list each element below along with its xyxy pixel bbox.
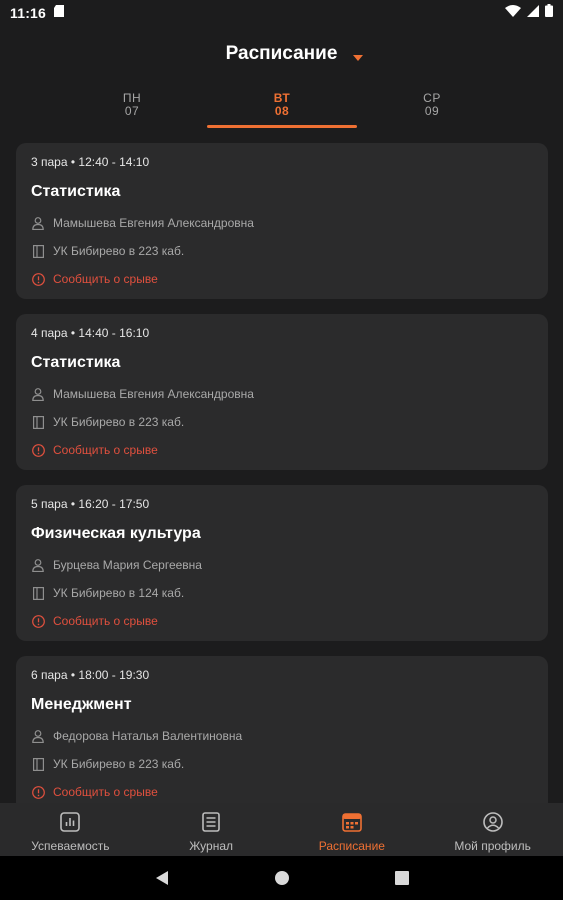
profile-icon (482, 811, 504, 833)
nav-item-journal[interactable]: Журнал (141, 803, 282, 856)
nav-item-schedule[interactable]: Расписание (282, 803, 423, 856)
sd-card-icon (54, 4, 65, 22)
nav-label: Мой профиль (454, 839, 531, 853)
lesson-location-row: УК Бибирево в 223 каб. (31, 755, 533, 773)
nav-label: Журнал (189, 839, 234, 853)
person-icon (31, 729, 45, 743)
home-icon[interactable] (270, 866, 294, 890)
chart-icon (59, 811, 81, 833)
lesson-list[interactable]: 3 пара • 12:40 - 14:10 Статистика Мамыше… (16, 143, 548, 803)
lesson-time: 6 пара • 18:00 - 19:30 (31, 668, 150, 682)
day-tab-number: 09 (424, 104, 440, 118)
signal-icon (527, 4, 539, 22)
lesson-teacher: Мамышева Евгения Александровна (53, 216, 254, 230)
person-icon (31, 387, 45, 401)
alert-circle-icon (31, 785, 45, 799)
recents-icon[interactable] (390, 866, 414, 890)
report-disruption-button[interactable]: Сообщить о срыве (31, 612, 533, 630)
report-disruption-label: Сообщить о срыве (53, 614, 158, 628)
lesson-teacher-row: Мамышева Евгения Александровна (31, 214, 533, 232)
lesson-time: 4 пара • 14:40 - 16:10 (31, 326, 150, 340)
status-right (505, 4, 553, 22)
lesson-card[interactable]: 3 пара • 12:40 - 14:10 Статистика Мамыше… (16, 143, 548, 299)
lesson-subject: Физическая культура (31, 525, 201, 542)
lesson-location: УК Бибирево в 223 каб. (53, 415, 185, 429)
report-disruption-button[interactable]: Сообщить о срыве (31, 441, 533, 459)
person-icon (31, 558, 45, 572)
journal-icon (200, 811, 222, 833)
person-icon (31, 216, 45, 230)
report-disruption-button[interactable]: Сообщить о срыве (31, 783, 533, 801)
lesson-teacher: Федорова Наталья Валентиновна (53, 729, 243, 743)
report-disruption-label: Сообщить о срыве (53, 785, 158, 799)
day-tab-wed[interactable]: СР 09 (357, 86, 507, 128)
building-icon (31, 244, 45, 258)
report-disruption-button[interactable]: Сообщить о срыве (31, 270, 533, 288)
lesson-location: УК Бибирево в 124 каб. (53, 586, 185, 600)
bottom-nav: Успеваемость Журнал Расписание Мой профи… (0, 803, 563, 856)
back-icon[interactable] (150, 866, 174, 890)
lesson-location: УК Бибирево в 223 каб. (53, 244, 185, 258)
lesson-subject: Менеджмент (31, 696, 132, 713)
lesson-teacher: Мамышева Евгения Александровна (53, 387, 254, 401)
building-icon (31, 757, 45, 771)
caret-down-icon[interactable] (352, 49, 364, 61)
day-tabs: ПН 07 ВТ 08 СР 09 (0, 86, 563, 130)
lesson-teacher-row: Мамышева Евгения Александровна (31, 385, 533, 403)
nav-item-performance[interactable]: Успеваемость (0, 803, 141, 856)
status-left: 11:16 (10, 4, 65, 22)
lesson-card[interactable]: 4 пара • 14:40 - 16:10 Статистика Мамыше… (16, 314, 548, 470)
lesson-card[interactable]: 6 пара • 18:00 - 19:30 Менеджмент Федоро… (16, 656, 548, 803)
active-tab-indicator (207, 125, 357, 128)
header: Расписание (0, 38, 563, 70)
nav-item-profile[interactable]: Мой профиль (422, 803, 563, 856)
lesson-time: 3 пара • 12:40 - 14:10 (31, 155, 150, 169)
lesson-location-row: УК Бибирево в 223 каб. (31, 413, 533, 431)
report-disruption-label: Сообщить о срыве (53, 272, 158, 286)
alert-circle-icon (31, 272, 45, 286)
lesson-time: 5 пара • 16:20 - 17:50 (31, 497, 150, 511)
nav-label: Успеваемость (31, 839, 110, 853)
building-icon (31, 415, 45, 429)
wifi-icon (505, 4, 521, 22)
lesson-location-row: УК Бибирево в 124 каб. (31, 584, 533, 602)
lesson-teacher-row: Федорова Наталья Валентиновна (31, 727, 533, 745)
lesson-location: УК Бибирево в 223 каб. (53, 757, 185, 771)
page-title: Расписание (225, 43, 338, 64)
status-bar: 11:16 (0, 0, 563, 26)
day-tab-number: 08 (274, 104, 290, 118)
lesson-subject: Статистика (31, 354, 121, 371)
system-nav-bar (0, 856, 563, 900)
alert-circle-icon (31, 443, 45, 457)
report-disruption-label: Сообщить о срыве (53, 443, 158, 457)
status-time: 11:16 (10, 5, 47, 21)
day-tab-number: 07 (124, 104, 140, 118)
alert-circle-icon (31, 614, 45, 628)
battery-icon (545, 4, 553, 22)
calendar-icon (341, 811, 363, 833)
day-tab-mon[interactable]: ПН 07 (57, 86, 207, 128)
lesson-teacher-row: Бурцева Мария Сергеевна (31, 556, 533, 574)
nav-label: Расписание (318, 839, 385, 853)
building-icon (31, 586, 45, 600)
lesson-card[interactable]: 5 пара • 16:20 - 17:50 Физическая культу… (16, 485, 548, 641)
lesson-subject: Статистика (31, 183, 121, 200)
day-tab-tue[interactable]: ВТ 08 (207, 86, 357, 128)
lesson-location-row: УК Бибирево в 223 каб. (31, 242, 533, 260)
lesson-teacher: Бурцева Мария Сергеевна (53, 558, 202, 572)
